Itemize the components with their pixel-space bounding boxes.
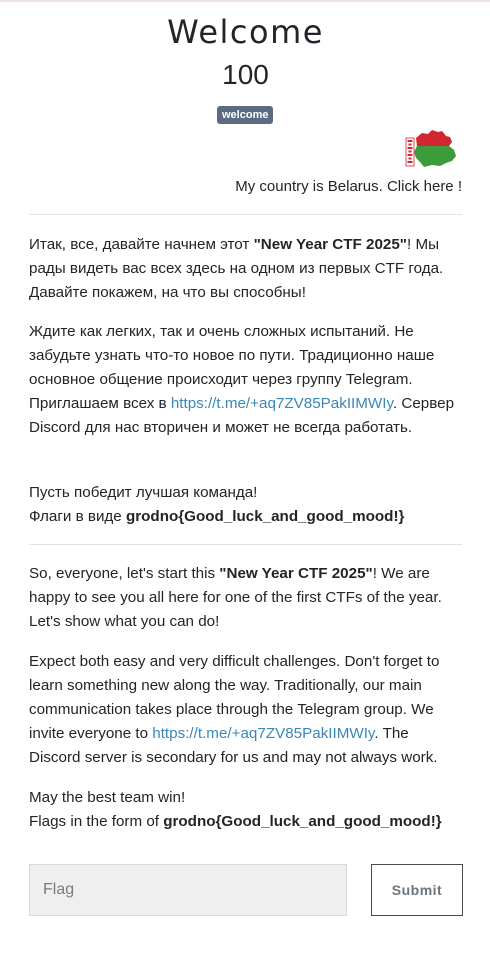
country-link[interactable]: My country is Belarus. Click here ! <box>235 176 462 198</box>
ru-flag-format: grodno{Good_luck_and_good_mood!} <box>125 508 405 525</box>
ru-telegram-link[interactable]: https://t.me/+aq7ZV85PakIIMWIy <box>171 395 393 412</box>
submit-button[interactable]: Submit <box>371 864 463 916</box>
ru-flag-format-label: Флаги в виде <box>29 508 126 525</box>
en-paragraph-info: Expect both easy and very difficult chal… <box>29 650 462 770</box>
ru-closing-line: Пусть победит лучшая команда! <box>29 484 258 501</box>
en-telegram-link[interactable]: https://t.me/+aq7ZV85PakIIMWIy <box>152 725 374 742</box>
en-paragraph-intro: So, everyone, let's start this "New Year… <box>29 562 462 634</box>
divider-middle <box>29 544 462 545</box>
challenge-tag-badge: welcome <box>217 106 274 124</box>
challenge-points: 100 <box>222 59 269 90</box>
divider-top <box>29 214 462 215</box>
en-flag-format: grodno{Good_luck_and_good_mood!} <box>163 813 442 830</box>
belarus-map-flag-icon[interactable] <box>402 128 458 168</box>
ru-ctf-name: "New Year CTF 2025" <box>253 236 408 253</box>
ru-intro-text: Итак, все, давайте начнем этот <box>29 236 254 253</box>
en-flag-format-label: Flags in the form of <box>29 813 164 830</box>
ru-paragraph-intro: Итак, все, давайте начнем этот "New Year… <box>29 233 462 305</box>
flag-input[interactable] <box>29 864 347 916</box>
en-intro-text: So, everyone, let's start this <box>29 565 220 582</box>
ru-paragraph-closing: Пусть победит лучшая команда! Флаги в вид… <box>29 481 462 529</box>
ru-paragraph-info: Ждите как легких, так и очень сложных ис… <box>29 320 462 440</box>
en-paragraph-closing: May the best team win! Flags in the form … <box>29 786 462 834</box>
en-ctf-name: "New Year CTF 2025" <box>219 565 373 582</box>
en-closing-line: May the best team win! <box>29 789 186 806</box>
challenge-title: Welcome <box>167 13 324 51</box>
top-border <box>0 0 490 2</box>
